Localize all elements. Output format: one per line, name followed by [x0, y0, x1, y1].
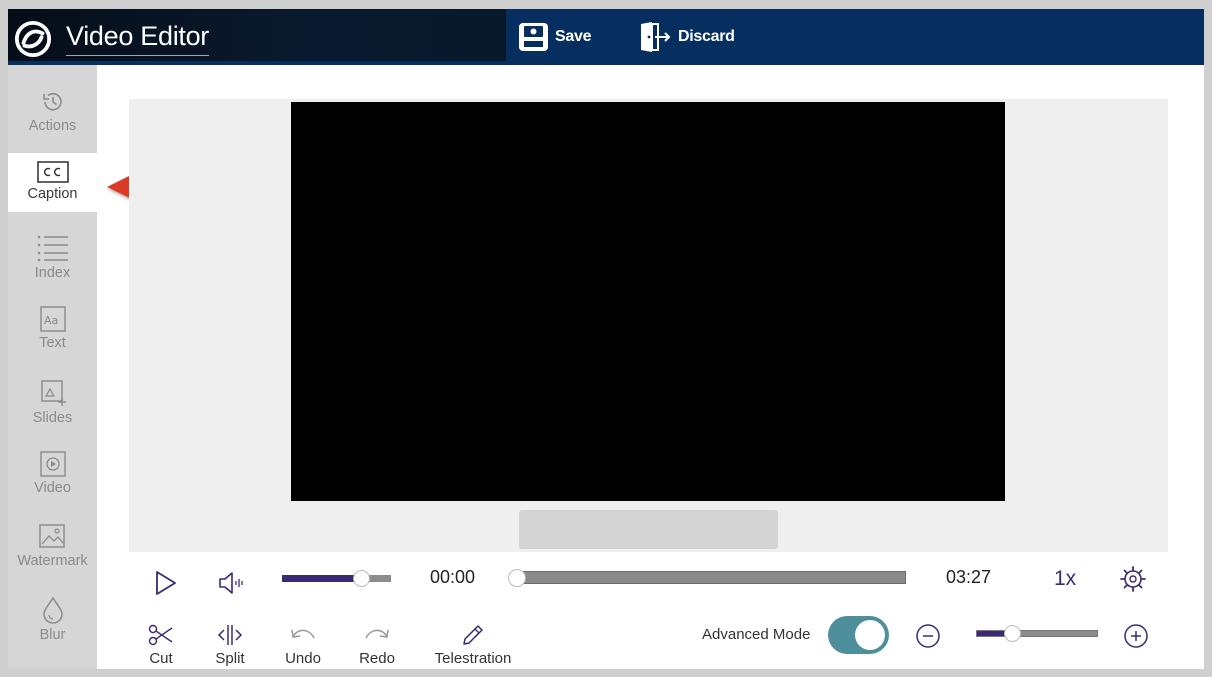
video-stage [129, 99, 1168, 552]
volume-icon[interactable] [218, 570, 246, 596]
sidebar-item-label: Video [34, 480, 71, 496]
history-icon [42, 92, 62, 111]
sidebar-item-label: Watermark [17, 553, 88, 569]
play-icon[interactable] [154, 570, 178, 596]
sidebar: Actions Caption Index Aa Text Slides Vid… [8, 65, 97, 669]
droplet-icon [42, 596, 63, 624]
telestration-button[interactable]: Telestration [430, 623, 516, 667]
sidebar-item-label: Blur [39, 627, 66, 643]
split-icon [217, 625, 243, 645]
title-area: Video Editor [8, 9, 506, 61]
split-label: Split [215, 650, 245, 667]
redo-button[interactable]: Redo [356, 623, 398, 667]
sidebar-item-blur[interactable]: Blur [8, 588, 97, 648]
advanced-mode-label: Advanced Mode [702, 626, 811, 643]
undo-label: Undo [285, 650, 321, 667]
save-disk-icon [519, 23, 548, 51]
sidebar-item-slides[interactable]: Slides [8, 371, 97, 431]
save-button[interactable]: Save [518, 19, 591, 55]
volume-slider[interactable] [282, 570, 391, 587]
redo-label: Redo [359, 650, 395, 667]
undo-button[interactable]: Undo [282, 623, 324, 667]
save-label: Save [555, 28, 592, 45]
volume-slider-handle[interactable] [352, 570, 370, 587]
svg-text:Aa: Aa [44, 314, 58, 327]
playback-speed-button[interactable]: 1x [1054, 567, 1076, 591]
current-time: 00:00 [430, 567, 476, 587]
cut-button[interactable]: Cut [144, 623, 178, 667]
text-aa-icon: Aa [39, 306, 66, 332]
app-logo-icon [14, 20, 52, 58]
slide-add-icon [40, 380, 66, 406]
pencil-icon [463, 625, 483, 645]
video-preview[interactable] [291, 102, 1005, 501]
total-time: 03:27 [946, 567, 992, 587]
sidebar-item-label: Caption [27, 186, 78, 202]
zoom-slider-handle[interactable] [1004, 625, 1021, 642]
scissors-icon [148, 624, 173, 646]
sidebar-item-index[interactable]: Index [8, 226, 97, 286]
sidebar-item-actions[interactable]: Actions [8, 81, 97, 141]
advanced-mode-toggle[interactable] [828, 616, 889, 654]
sidebar-item-video[interactable]: Video [8, 443, 97, 503]
sidebar-item-label: Text [39, 335, 66, 351]
closed-caption-icon [36, 161, 69, 183]
sidebar-item-watermark[interactable]: Watermark [8, 516, 97, 576]
sidebar-item-label: Index [34, 265, 71, 281]
settings-gear-icon[interactable] [1119, 565, 1147, 593]
volume-fill [282, 575, 362, 582]
telestration-label: Telestration [434, 650, 512, 667]
discard-label: Discard [678, 28, 735, 45]
zoom-slider[interactable] [976, 625, 1098, 642]
app-title: Video Editor [66, 21, 209, 56]
undo-icon [291, 629, 315, 639]
seek-bar-handle[interactable] [508, 569, 526, 587]
sidebar-item-caption[interactable]: Caption [8, 153, 97, 212]
header-bar: Video Editor Save Discard [8, 9, 1204, 65]
split-button[interactable]: Split [213, 623, 247, 667]
toggle-knob [855, 620, 885, 650]
sidebar-item-label: Slides [32, 410, 73, 426]
seek-bar[interactable] [508, 569, 906, 587]
discard-button[interactable]: Discard [638, 19, 735, 55]
caption-display-bar [519, 510, 778, 549]
sidebar-item-text[interactable]: Aa Text [8, 298, 97, 358]
redo-icon [365, 629, 389, 639]
cut-label: Cut [149, 650, 173, 667]
video-play-icon [39, 451, 66, 477]
exit-door-icon [641, 22, 671, 52]
zoom-in-icon[interactable] [1123, 623, 1149, 649]
zoom-out-icon[interactable] [915, 623, 941, 649]
sidebar-item-label: Actions [28, 118, 77, 134]
video-editor-window: Video Editor Save Discard Actions Captio… [8, 9, 1204, 669]
list-icon [37, 235, 68, 262]
image-icon [38, 524, 65, 548]
